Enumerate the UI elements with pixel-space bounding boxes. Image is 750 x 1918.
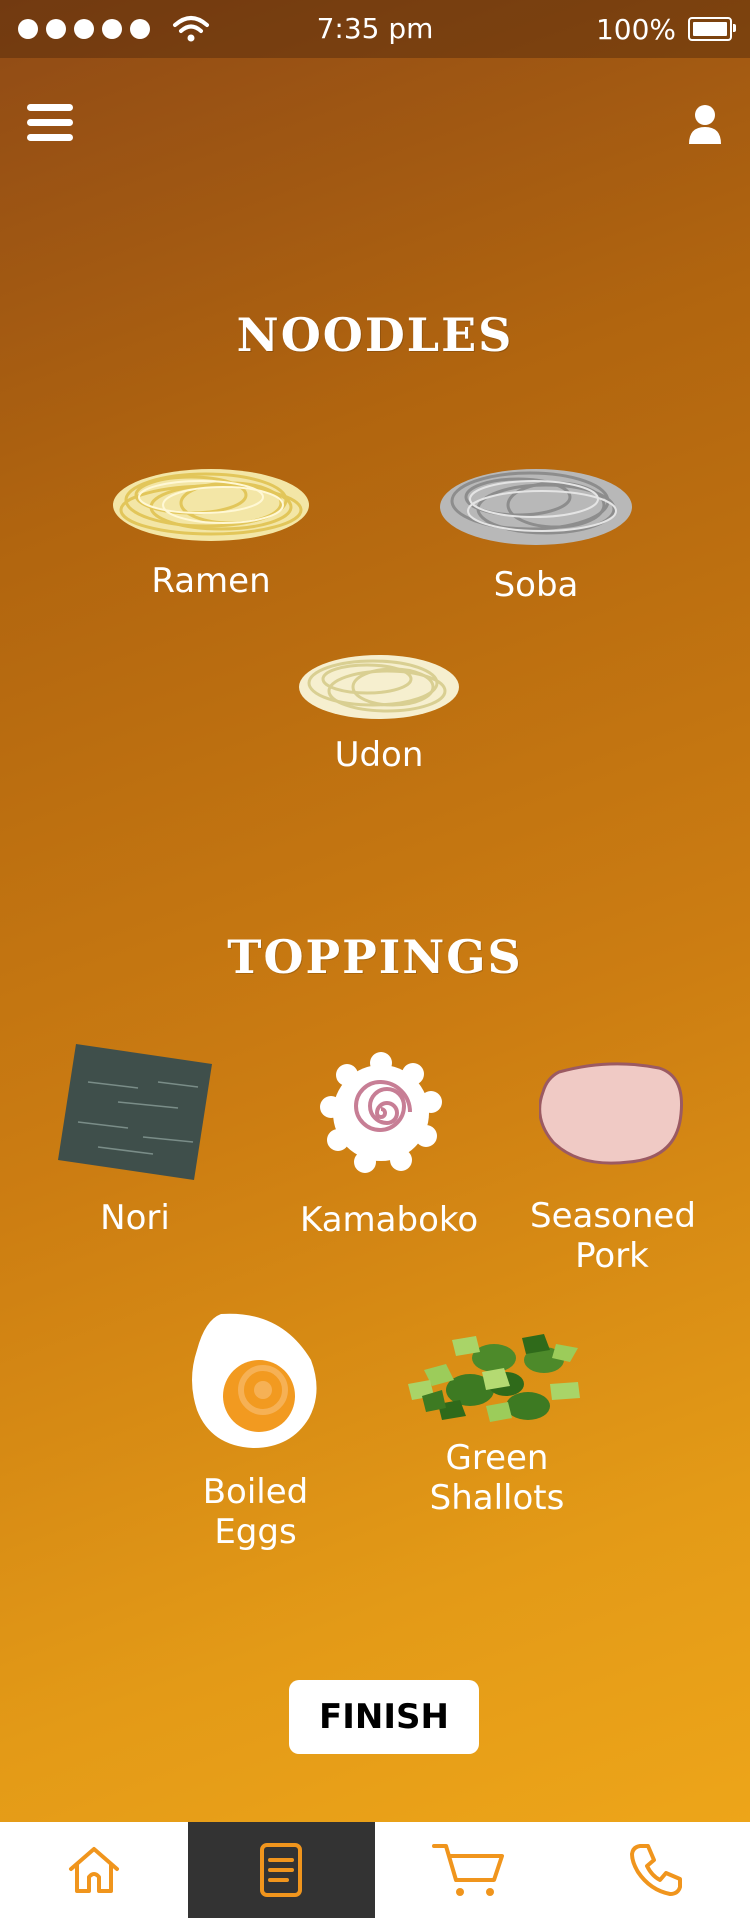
kamaboko-label: Kamaboko bbox=[300, 1200, 479, 1240]
battery-percent: 100% bbox=[595, 12, 676, 46]
tab-orders[interactable] bbox=[187, 1822, 375, 1918]
boiled-egg-icon bbox=[191, 1313, 317, 1448]
green-shallots-icon bbox=[408, 1334, 580, 1422]
tab-cart[interactable] bbox=[375, 1822, 563, 1918]
noodle-option-udon[interactable]: Udon bbox=[290, 645, 468, 775]
ramen-noodles-icon bbox=[113, 469, 309, 541]
green-shallots-label: Green Shallots bbox=[429, 1438, 565, 1518]
nori-label: Nori bbox=[100, 1198, 170, 1238]
soba-label: Soba bbox=[493, 565, 579, 605]
ramen-label: Ramen bbox=[151, 561, 271, 601]
topping-option-green-shallots[interactable]: Green Shallots bbox=[402, 1330, 592, 1518]
status-bar: 7:35 pm 100% bbox=[0, 0, 750, 58]
tab-home[interactable] bbox=[0, 1822, 188, 1918]
toppings-heading: TOPPINGS bbox=[227, 930, 523, 984]
hamburger-menu-icon[interactable] bbox=[27, 104, 73, 144]
tab-contact[interactable] bbox=[563, 1822, 750, 1918]
topping-option-boiled-eggs[interactable]: Boiled Eggs bbox=[188, 1310, 323, 1552]
kamaboko-icon bbox=[320, 1052, 442, 1173]
seasoned-pork-label: Seasoned Pork bbox=[530, 1196, 696, 1276]
signal-icon bbox=[18, 19, 150, 39]
udon-label: Udon bbox=[334, 735, 424, 775]
user-profile-icon[interactable] bbox=[688, 104, 722, 144]
soba-noodles-icon bbox=[440, 469, 632, 545]
wifi-icon bbox=[173, 16, 209, 42]
topping-option-seasoned-pork[interactable]: Seasoned Pork bbox=[530, 1062, 696, 1276]
noodle-option-ramen[interactable]: Ramen bbox=[108, 455, 314, 601]
home-icon bbox=[68, 1847, 119, 1893]
noodle-option-soba[interactable]: Soba bbox=[436, 455, 636, 605]
battery-icon bbox=[688, 17, 736, 41]
bottom-tab-bar bbox=[0, 1822, 750, 1918]
noodles-heading: NOODLES bbox=[236, 308, 514, 362]
seasoned-pork-icon bbox=[539, 1062, 684, 1165]
cart-icon bbox=[431, 1844, 504, 1896]
finish-button[interactable]: FINISH bbox=[289, 1680, 479, 1754]
phone-icon bbox=[630, 1844, 683, 1896]
boiled-eggs-label: Boiled Eggs bbox=[202, 1472, 309, 1552]
topping-option-kamaboko[interactable]: Kamaboko bbox=[300, 1052, 479, 1240]
battery-status: 100% bbox=[595, 12, 736, 46]
nori-icon bbox=[58, 1044, 212, 1180]
topping-option-nori[interactable]: Nori bbox=[55, 1042, 215, 1238]
udon-noodles-icon bbox=[299, 655, 459, 719]
status-left bbox=[0, 15, 210, 43]
document-icon bbox=[260, 1843, 303, 1897]
